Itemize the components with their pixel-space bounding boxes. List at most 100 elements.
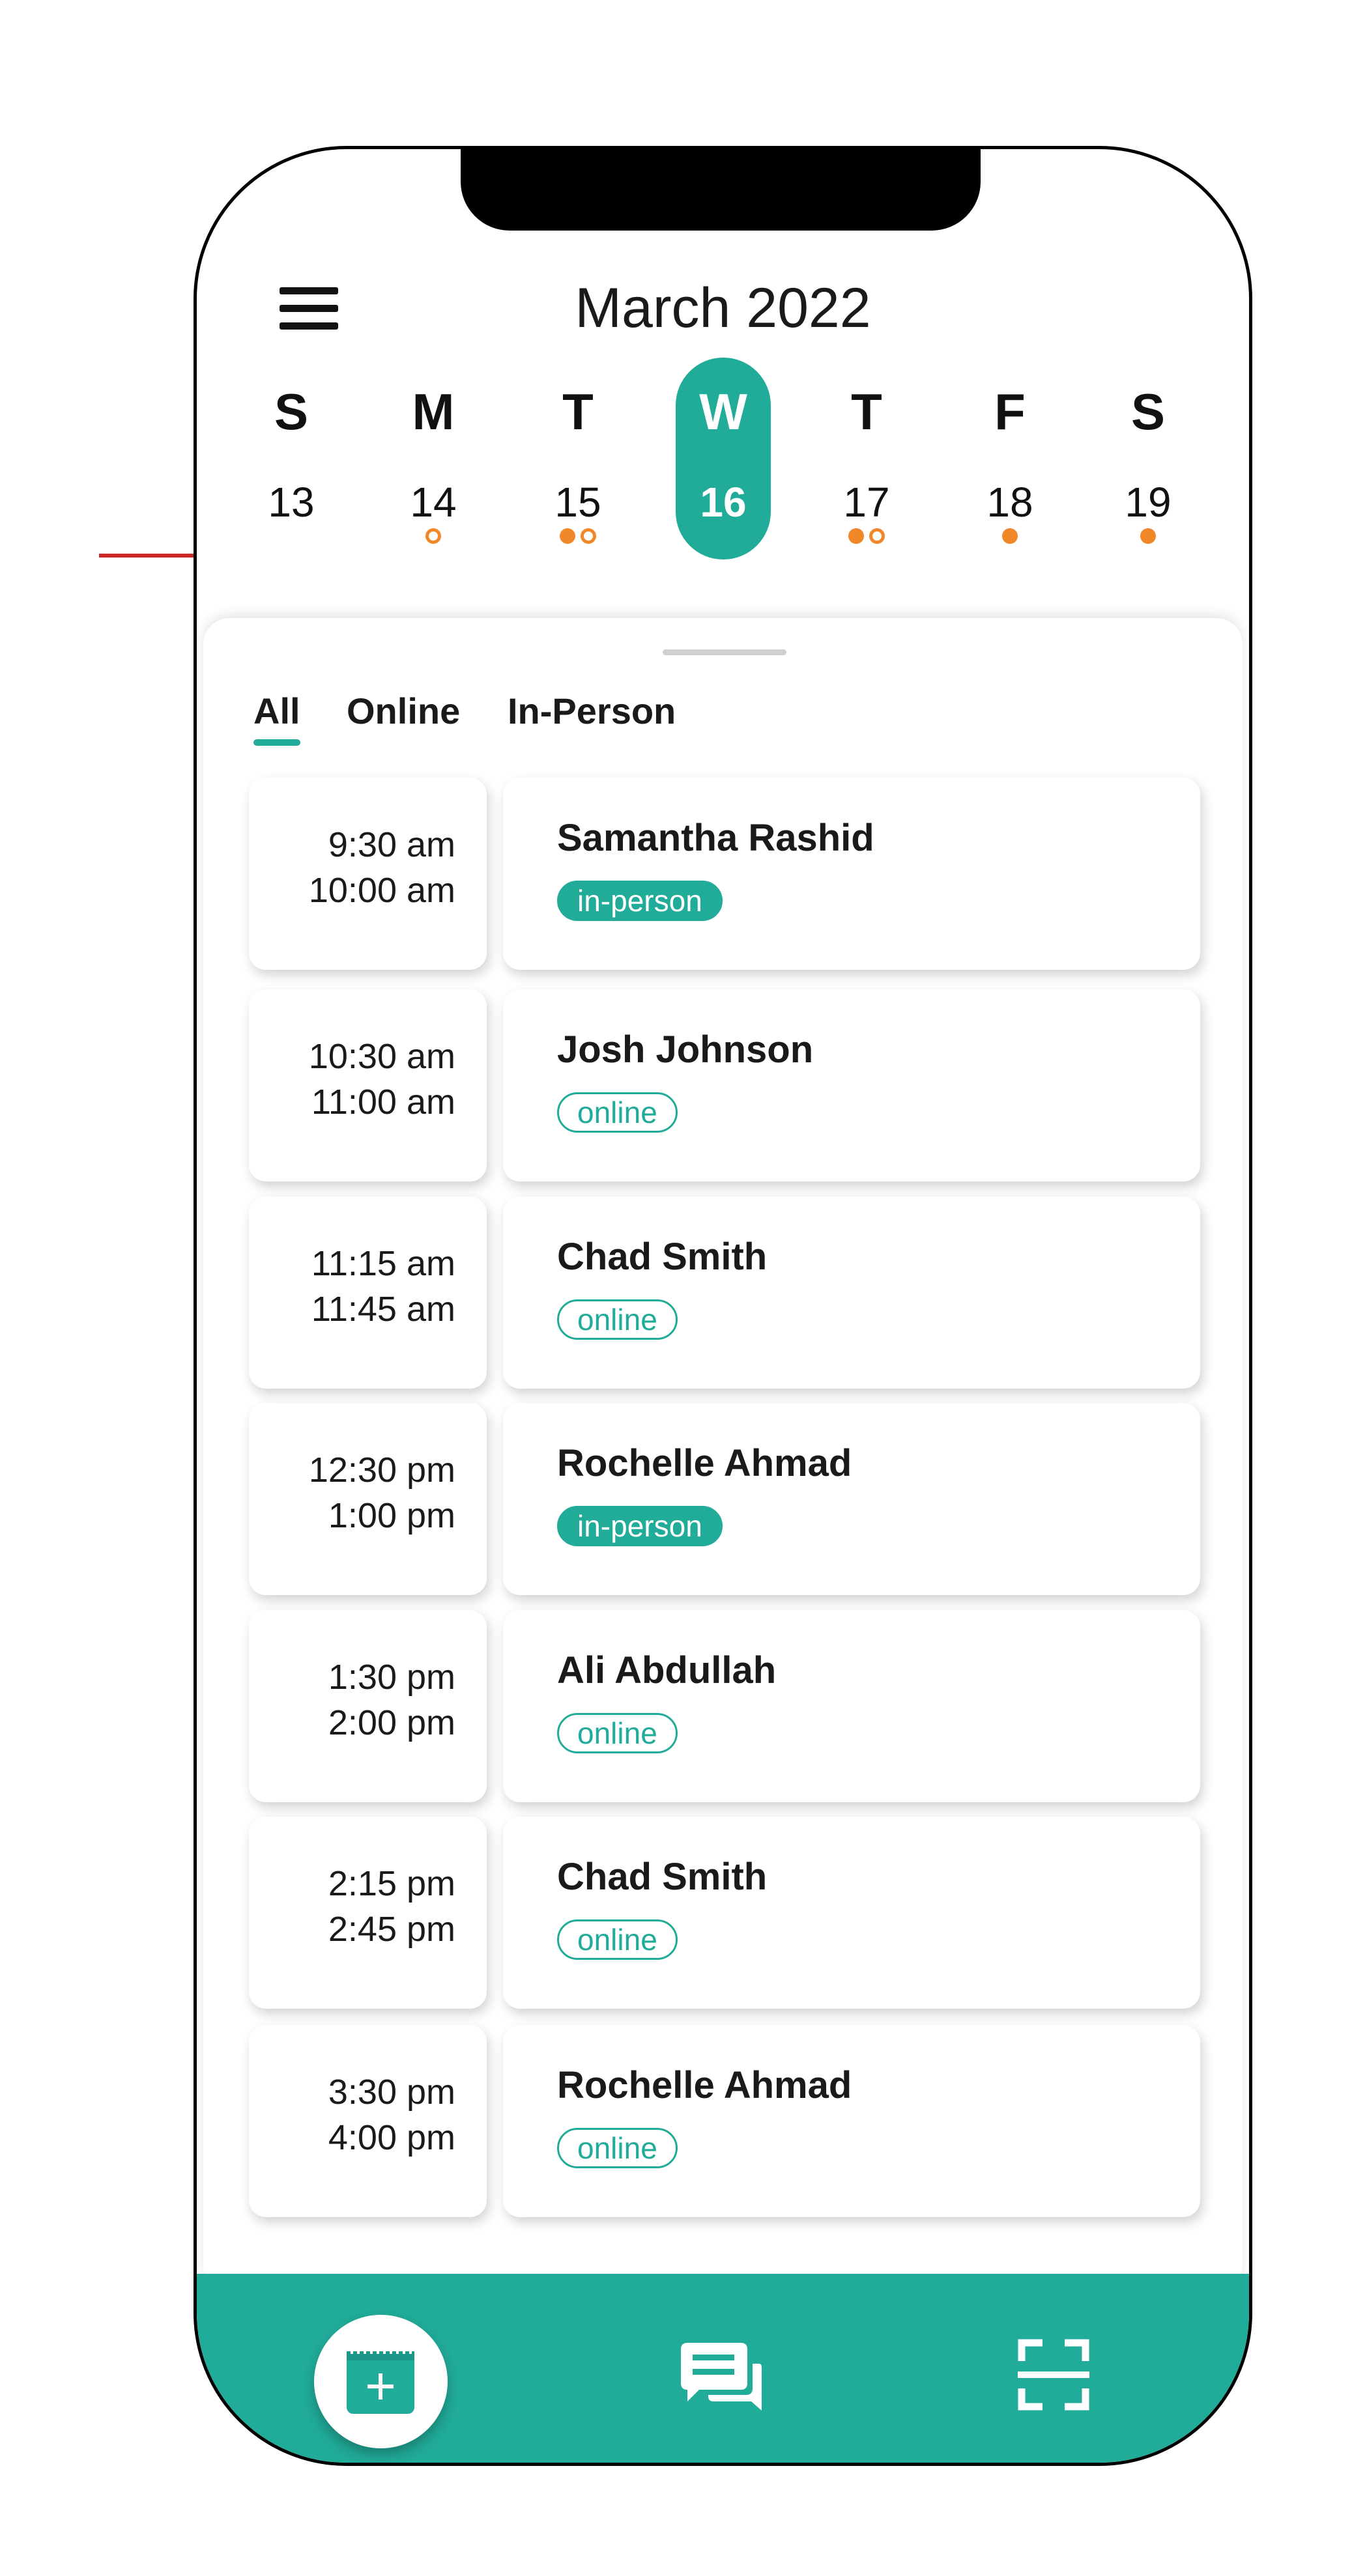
end-time: 11:00 am — [311, 1083, 455, 1122]
tab-in-person[interactable]: In-Person — [508, 690, 676, 732]
end-time: 1:00 pm — [328, 1496, 455, 1535]
appointment-row[interactable]: 11:15 am 11:45 am Chad Smith online — [249, 1196, 1200, 1389]
event-dot-hollow — [869, 528, 885, 544]
phone-notch — [461, 149, 981, 231]
end-time: 10:00 am — [308, 871, 455, 910]
patient-name: Ali Abdullah — [557, 1649, 777, 1691]
time-card: 3:30 pm 4:00 pm — [249, 2025, 487, 2217]
patient-name: Samantha Rashid — [557, 817, 874, 859]
tab-label: In-Person — [508, 690, 676, 731]
patient-name: Josh Johnson — [557, 1028, 814, 1071]
event-dot-hollow — [425, 528, 441, 544]
chat-icon[interactable] — [676, 2338, 767, 2422]
event-dot-filled — [1002, 528, 1018, 544]
event-dot-filled — [848, 528, 864, 544]
day-number: 19 — [1125, 479, 1172, 526]
appointment-row[interactable]: 12:30 pm 1:00 pm Rochelle Ahmad in-perso… — [249, 1403, 1200, 1595]
day-number: 16 — [700, 479, 747, 526]
day-of-week: T — [562, 383, 594, 440]
scan-icon[interactable] — [1018, 2339, 1089, 2411]
event-dots — [378, 528, 489, 544]
day-cell[interactable]: F 18 — [955, 358, 1065, 573]
appointment-row[interactable]: 10:30 am 11:00 am Josh Johnson online — [249, 989, 1200, 1182]
day-number: 18 — [986, 479, 1033, 526]
appointment-type-badge: online — [557, 1713, 678, 1753]
start-time: 12:30 pm — [308, 1451, 455, 1490]
day-of-week: M — [412, 383, 455, 440]
month-title: March 2022 — [575, 277, 871, 339]
event-dot-filled — [560, 528, 575, 544]
appointment-type-badge: online — [557, 2128, 678, 2168]
appointment-row[interactable]: 2:15 pm 2:45 pm Chad Smith online — [249, 1817, 1200, 2009]
event-dot-filled — [1140, 528, 1156, 544]
bottom-nav-bar — [197, 2274, 1249, 2463]
start-time: 2:15 pm — [328, 1864, 455, 1903]
patient-name: Rochelle Ahmad — [557, 1442, 852, 1484]
end-time: 4:00 pm — [328, 2118, 455, 2157]
day-of-week: F — [994, 383, 1026, 440]
event-dot-hollow — [581, 528, 596, 544]
appointment-type-badge: in-person — [557, 881, 723, 921]
day-of-week: S — [1130, 383, 1166, 440]
end-time: 2:45 pm — [328, 1910, 455, 1949]
event-dots — [955, 528, 1065, 544]
day-cell[interactable]: S 19 — [1093, 358, 1203, 573]
day-cell[interactable]: S 13 — [236, 358, 347, 573]
appointment-type-badge: online — [557, 1919, 678, 1960]
event-dots — [1093, 528, 1203, 544]
end-time: 11:45 am — [311, 1290, 455, 1329]
day-number: 17 — [843, 479, 890, 526]
day-of-week: T — [851, 383, 882, 440]
day-cell-selected[interactable]: W 16 — [668, 358, 779, 573]
day-number: 14 — [410, 479, 457, 526]
tab-label: All — [253, 690, 300, 731]
time-card: 10:30 am 11:00 am — [249, 989, 487, 1182]
patient-card[interactable]: Rochelle Ahmad online — [503, 2025, 1200, 2217]
add-appointment-button[interactable] — [314, 2315, 448, 2448]
day-cell[interactable]: M 14 — [378, 358, 489, 573]
start-time: 1:30 pm — [328, 1658, 455, 1697]
week-strip: S 13 M 14 T 15 W 16 T 17 F 18 S 19 — [236, 358, 1249, 573]
patient-name: Chad Smith — [557, 1856, 768, 1898]
event-dots — [811, 528, 922, 544]
time-card: 11:15 am 11:45 am — [249, 1196, 487, 1389]
time-card: 12:30 pm 1:00 pm — [249, 1403, 487, 1595]
start-time: 11:15 am — [311, 1244, 455, 1283]
day-number: 13 — [268, 479, 315, 526]
patient-name: Chad Smith — [557, 1236, 768, 1278]
start-time: 9:30 am — [328, 825, 455, 864]
day-cell[interactable]: T 17 — [811, 358, 922, 573]
appointment-row[interactable]: 1:30 pm 2:00 pm Ali Abdullah online — [249, 1610, 1200, 1802]
active-tab-underline — [253, 739, 300, 746]
patient-card[interactable]: Rochelle Ahmad in-person — [503, 1403, 1200, 1595]
time-card: 1:30 pm 2:00 pm — [249, 1610, 487, 1802]
patient-card[interactable]: Chad Smith online — [503, 1196, 1200, 1389]
patient-card[interactable]: Samantha Rashid in-person — [503, 778, 1200, 970]
day-of-week: W — [699, 383, 747, 440]
appointment-row[interactable]: 9:30 am 10:00 am Samantha Rashid in-pers… — [249, 778, 1200, 970]
drag-handle[interactable] — [663, 649, 786, 655]
start-time: 10:30 am — [308, 1037, 455, 1076]
patient-name: Rochelle Ahmad — [557, 2064, 852, 2106]
tab-all[interactable]: All — [253, 690, 300, 746]
day-of-week: S — [274, 383, 309, 440]
phone-frame: March 2022 S 13 M 14 T 15 W 16 T 17 F 18… — [194, 146, 1252, 2466]
time-card: 2:15 pm 2:45 pm — [249, 1817, 487, 2009]
patient-card[interactable]: Josh Johnson online — [503, 989, 1200, 1182]
appointment-type-badge: in-person — [557, 1506, 723, 1546]
start-time: 3:30 pm — [328, 2073, 455, 2112]
day-number: 15 — [554, 479, 601, 526]
appointment-row[interactable]: 3:30 pm 4:00 pm Rochelle Ahmad online — [249, 2025, 1200, 2217]
patient-card[interactable]: Ali Abdullah online — [503, 1610, 1200, 1802]
appointments-sheet: All Online In-Person 9:30 am 10:00 am Sa… — [203, 618, 1243, 2292]
event-dots — [523, 528, 633, 544]
time-card: 9:30 am 10:00 am — [249, 778, 487, 970]
add-appointment-icon — [347, 2347, 414, 2414]
end-time: 2:00 pm — [328, 1703, 455, 1742]
tab-label: Online — [347, 690, 461, 731]
appointment-type-badge: online — [557, 1092, 678, 1133]
day-cell[interactable]: T 15 — [523, 358, 633, 573]
appointment-type-badge: online — [557, 1299, 678, 1340]
tab-online[interactable]: Online — [347, 690, 460, 732]
patient-card[interactable]: Chad Smith online — [503, 1817, 1200, 2009]
